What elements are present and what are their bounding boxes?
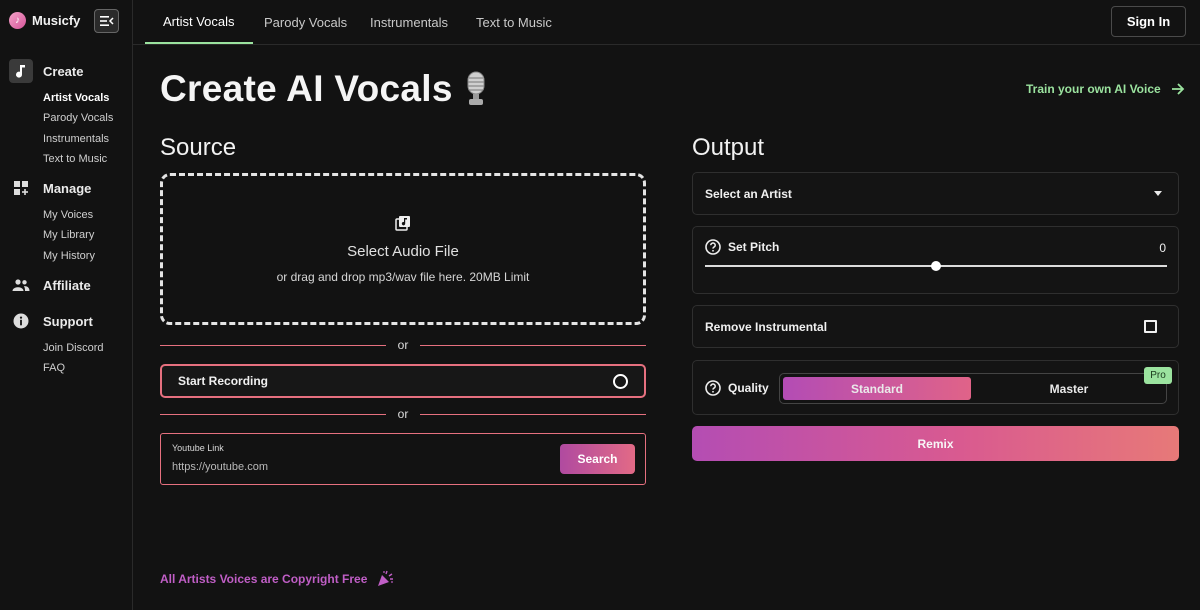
remove-instrumental-label: Remove Instrumental xyxy=(705,319,828,334)
sidebar-item-artist-vocals[interactable]: Artist Vocals xyxy=(43,88,133,108)
artist-select-dropdown[interactable]: Select an Artist xyxy=(692,172,1179,215)
artist-select-label: Select an Artist xyxy=(705,186,792,201)
remove-instrumental-checkbox[interactable] xyxy=(1144,320,1157,333)
page-title: Create AI Vocals xyxy=(160,68,453,109)
top-nav: Artist Vocals Parody Vocals Instrumental… xyxy=(133,0,1200,45)
dropzone-hint: or drag and drop mp3/wav file here. 20MB… xyxy=(276,269,530,284)
sidebar-section-support: Support Join Discord FAQ xyxy=(0,309,133,379)
dashboard-add-icon xyxy=(9,176,33,200)
youtube-link-label: Youtube Link xyxy=(172,443,224,453)
pitch-value: 0 xyxy=(1159,241,1166,255)
sidebar-item-my-library[interactable]: My Library xyxy=(43,225,133,245)
dropzone-title: Select Audio File xyxy=(347,242,459,260)
tab-artist-vocals[interactable]: Artist Vocals xyxy=(145,0,253,44)
sidebar-item-join-discord[interactable]: Join Discord xyxy=(43,338,133,358)
sidebar-item-affiliate[interactable]: Affiliate xyxy=(0,273,133,297)
brand[interactable]: ♪ Musicfy xyxy=(9,12,80,29)
page-title-row: Create AI Vocals xyxy=(160,68,489,110)
or-divider: or xyxy=(160,338,646,353)
audio-library-icon xyxy=(395,215,410,231)
quality-label: Quality xyxy=(728,381,769,395)
sidebar-section-label: Create xyxy=(43,63,84,79)
sign-in-button[interactable]: Sign In xyxy=(1111,6,1186,37)
output-title: Output xyxy=(692,134,765,161)
source-title: Source xyxy=(160,134,237,161)
sidebar-section-label: Affiliate xyxy=(43,277,91,293)
sidebar-section-label: Support xyxy=(43,313,93,329)
sidebar-item-manage[interactable]: Manage xyxy=(0,176,133,200)
quality-panel: Quality Standard Master Pro xyxy=(692,360,1179,415)
help-circle-icon[interactable] xyxy=(705,239,721,255)
sidebar-item-create[interactable]: Create xyxy=(0,59,133,83)
music-note-icon xyxy=(9,59,33,83)
train-voice-label: Train your own AI Voice xyxy=(1026,82,1161,96)
sidebar-section-label: Manage xyxy=(43,180,92,196)
brand-name: Musicfy xyxy=(32,13,81,28)
sidebar-section-manage: Manage My Voices My Library My History xyxy=(0,176,133,266)
info-icon xyxy=(9,309,33,333)
copyright-note: All Artists Voices are Copyright Free xyxy=(160,570,394,587)
youtube-link-input[interactable] xyxy=(172,461,472,473)
sidebar-item-instrumentals[interactable]: Instrumentals xyxy=(43,129,133,149)
menu-toggle-button[interactable] xyxy=(94,9,119,33)
menu-collapse-icon xyxy=(99,16,114,26)
youtube-link-field: Youtube Link Search xyxy=(160,433,646,485)
pitch-label: Set Pitch xyxy=(728,240,780,254)
audio-dropzone[interactable]: Select Audio File or drag and drop mp3/w… xyxy=(160,173,646,325)
sidebar: ♪ Musicfy Create Artist Vocals Parody Vo… xyxy=(0,0,133,610)
record-circle-icon xyxy=(613,373,628,389)
pitch-slider-track[interactable] xyxy=(705,261,1167,271)
musicfy-logo-icon: ♪ xyxy=(9,12,26,29)
copyright-note-text: All Artists Voices are Copyright Free xyxy=(160,571,368,586)
arrow-right-icon xyxy=(1171,83,1184,95)
quality-master-option[interactable]: Master xyxy=(974,377,1164,400)
sidebar-item-text-to-music[interactable]: Text to Music xyxy=(43,149,133,169)
or-divider: or xyxy=(160,407,646,422)
remix-button[interactable]: Remix xyxy=(692,426,1179,461)
tab-parody-vocals[interactable]: Parody Vocals xyxy=(246,0,365,44)
people-icon xyxy=(9,273,33,297)
pitch-slider-thumb[interactable] xyxy=(931,261,941,271)
train-voice-link[interactable]: Train your own AI Voice xyxy=(1026,82,1185,96)
pitch-panel: Set Pitch 0 xyxy=(692,226,1179,294)
sidebar-section-affiliate: Affiliate xyxy=(0,273,133,297)
tab-instrumentals[interactable]: Instrumentals xyxy=(352,0,466,44)
dropdown-caret-icon xyxy=(1154,191,1162,196)
sidebar-item-support[interactable]: Support xyxy=(0,309,133,333)
sidebar-section-create: Create Artist Vocals Parody Vocals Instr… xyxy=(0,59,133,169)
recording-label: Start Recording xyxy=(178,374,269,388)
party-popper-icon xyxy=(378,570,394,586)
quality-toggle: Standard Master xyxy=(779,373,1167,404)
sidebar-item-faq[interactable]: FAQ xyxy=(43,358,133,378)
remove-instrumental-row[interactable]: Remove Instrumental xyxy=(692,305,1179,348)
pro-badge: Pro xyxy=(1144,367,1172,384)
quality-standard-option[interactable]: Standard xyxy=(783,377,971,400)
help-circle-icon[interactable] xyxy=(705,380,721,396)
microphone-icon xyxy=(467,71,485,105)
sidebar-item-my-voices[interactable]: My Voices xyxy=(43,205,133,225)
sidebar-item-parody-vocals[interactable]: Parody Vocals xyxy=(43,108,133,128)
start-recording-button[interactable]: Start Recording xyxy=(160,364,646,398)
sidebar-item-my-history[interactable]: My History xyxy=(43,246,133,266)
search-button[interactable]: Search xyxy=(560,444,635,474)
tab-text-to-music[interactable]: Text to Music xyxy=(458,0,570,44)
